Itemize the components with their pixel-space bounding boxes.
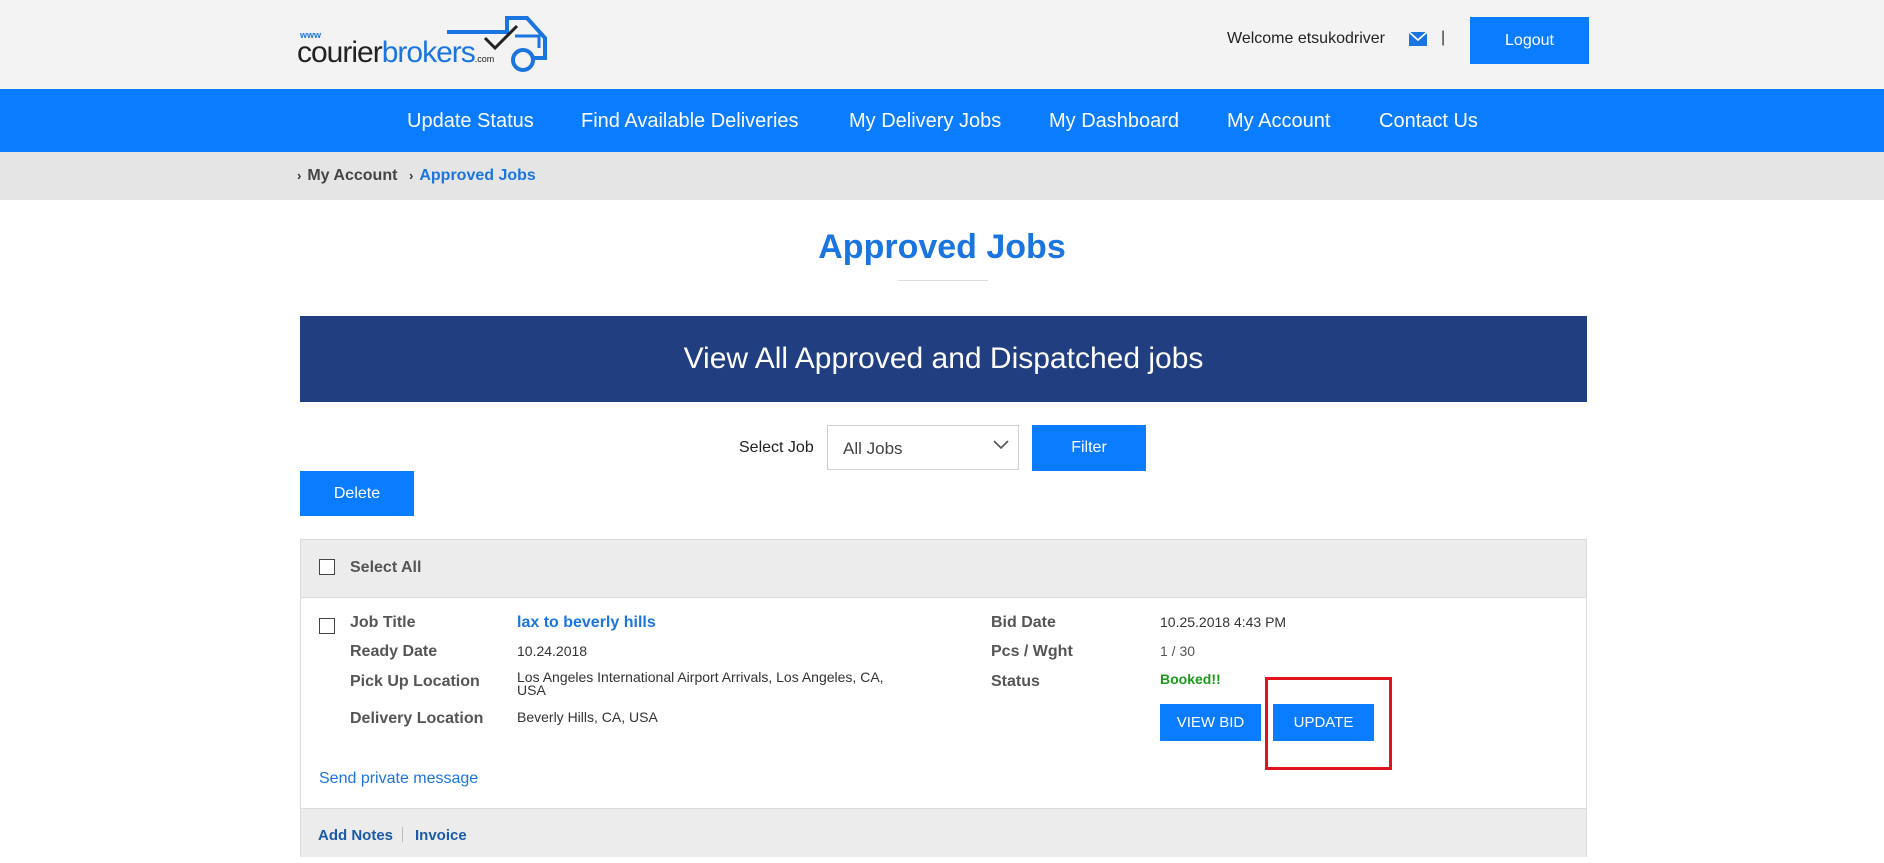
job-actions-bar: Add Notes Invoice <box>301 808 1586 857</box>
ready-date-label: Ready Date <box>350 643 438 660</box>
job-select-dropdown[interactable]: All Jobs <box>827 425 1019 470</box>
main-nav: Update Status Find Available Deliveries … <box>0 89 1884 152</box>
select-all-checkbox[interactable] <box>319 559 335 575</box>
nav-my-dashboard[interactable]: My Dashboard <box>1049 110 1179 133</box>
delete-button[interactable]: Delete <box>300 471 414 516</box>
job-checkbox[interactable] <box>319 618 335 634</box>
truck-icon <box>447 16 547 72</box>
courierbrokers-logo[interactable]: www courierbrokers.com <box>297 8 555 74</box>
actions-divider <box>402 827 403 842</box>
filter-button[interactable]: Filter <box>1032 425 1146 471</box>
nav-my-account[interactable]: My Account <box>1227 110 1330 133</box>
nav-my-delivery-jobs[interactable]: My Delivery Jobs <box>849 110 1001 133</box>
breadcrumb-item-approved-jobs[interactable]: › Approved Jobs <box>409 167 536 185</box>
job-title-link[interactable]: lax to beverly hills <box>517 614 656 632</box>
jobs-list: Select All Job Title lax to beverly hill… <box>300 539 1587 857</box>
breadcrumb-item-my-account[interactable]: › My Account <box>297 167 397 185</box>
view-bid-button[interactable]: VIEW BID <box>1160 704 1261 741</box>
pcs-weight-label: Pcs / Wght <box>991 643 1073 660</box>
logo-courier: courier <box>297 36 383 69</box>
send-private-message-link[interactable]: Send private message <box>319 770 478 788</box>
breadcrumb-label: My Account <box>307 167 398 184</box>
update-highlight-box <box>1265 677 1392 770</box>
status-label: Status <box>991 673 1040 690</box>
pickup-location-label: Pick Up Location <box>350 673 480 690</box>
invoice-link[interactable]: Invoice <box>415 827 467 844</box>
header-separator: | <box>1441 29 1446 46</box>
jobs-banner: View All Approved and Dispatched jobs <box>300 316 1587 402</box>
pcs-weight-value: 1 / 30 <box>1160 643 1196 659</box>
pickup-location-value: Los Angeles International Airport Arriva… <box>517 669 884 698</box>
select-job-label: Select Job <box>739 439 814 456</box>
add-notes-link[interactable]: Add Notes <box>318 827 393 844</box>
breadcrumb: › My Account › Approved Jobs <box>0 152 1884 200</box>
chevron-right-icon: › <box>297 168 302 183</box>
logout-button[interactable]: Logout <box>1470 17 1589 64</box>
select-all-bar: Select All <box>301 540 1586 598</box>
select-all-label: Select All <box>350 559 422 576</box>
status-badge: Booked!! <box>1160 671 1221 687</box>
welcome-text: Welcome etsukodriver <box>1227 30 1385 47</box>
breadcrumb-label: Approved Jobs <box>419 167 536 184</box>
job-title-label: Job Title <box>350 614 416 631</box>
delivery-location-value: Beverly Hills, CA, USA <box>517 709 658 725</box>
title-divider <box>898 280 988 281</box>
job-select-value: All Jobs <box>843 439 903 458</box>
nav-update-status[interactable]: Update Status <box>407 110 534 133</box>
chevron-down-icon <box>993 440 1009 450</box>
ready-date-value: 10.24.2018 <box>517 643 588 659</box>
mail-icon[interactable] <box>1408 31 1428 47</box>
site-header: www courierbrokers.com Welcome etsukodri… <box>0 0 1884 89</box>
chevron-right-icon: › <box>409 168 414 183</box>
page-title: Approved Jobs <box>818 228 1066 266</box>
bid-date-value: 10.25.2018 4:43 PM <box>1160 614 1287 630</box>
nav-contact-us[interactable]: Contact Us <box>1379 110 1478 133</box>
bid-date-label: Bid Date <box>991 614 1056 631</box>
delivery-location-label: Delivery Location <box>350 710 484 727</box>
nav-find-available-deliveries[interactable]: Find Available Deliveries <box>581 110 799 133</box>
